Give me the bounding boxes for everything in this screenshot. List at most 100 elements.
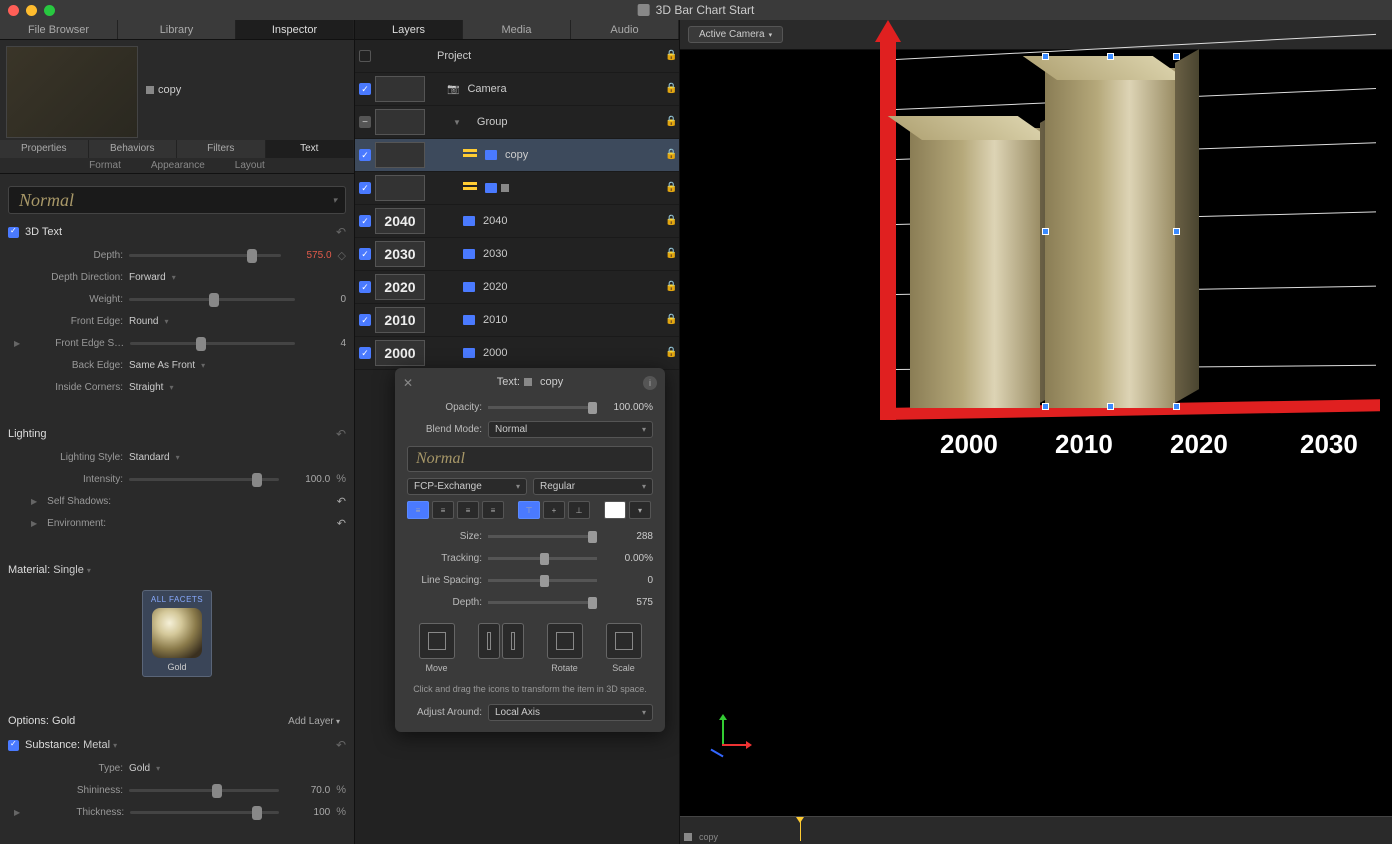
rotate-3d-button[interactable]	[547, 623, 583, 659]
shininess-value[interactable]: 70.0	[285, 785, 330, 796]
lock-icon[interactable]: 🔒	[665, 149, 675, 161]
align-right-button[interactable]: ≡	[457, 501, 479, 519]
weight-slider[interactable]	[129, 298, 295, 301]
tab-file-browser[interactable]: File Browser	[0, 20, 118, 39]
substance-enable-checkbox[interactable]	[8, 740, 19, 751]
layer-visibility-checkbox[interactable]	[359, 83, 371, 95]
layer-visibility-checkbox[interactable]	[359, 182, 371, 194]
layer-visibility-checkbox[interactable]	[359, 347, 371, 359]
thickness-slider[interactable]	[130, 811, 279, 814]
layer-row-2010[interactable]: 20102010🔒	[355, 304, 679, 337]
material-swatch-button[interactable]: ALL FACETS Gold	[142, 590, 212, 677]
chart-bar-2010[interactable]	[1045, 68, 1175, 408]
disclosure-icon[interactable]: ▶	[14, 808, 20, 817]
layer-row-2040[interactable]: 20402040🔒	[355, 205, 679, 238]
inside-corners-select[interactable]: Straight	[129, 382, 346, 393]
layer-row-2030[interactable]: 20302030🔒	[355, 238, 679, 271]
layer-row-Group[interactable]: ▼Group🔒	[355, 106, 679, 139]
hud-depth-slider[interactable]	[488, 601, 597, 604]
layer-visibility-checkbox[interactable]	[359, 215, 371, 227]
lock-icon[interactable]: 🔒	[665, 281, 675, 293]
subtab-layout[interactable]: Layout	[235, 158, 265, 173]
layer-visibility-checkbox[interactable]	[359, 149, 371, 161]
opacity-value[interactable]: 100.00%	[603, 402, 653, 413]
tab-text[interactable]: Text	[266, 140, 355, 158]
lock-icon[interactable]: 🔒	[665, 248, 675, 260]
tracking-value[interactable]: 0.00%	[603, 553, 653, 564]
move-x-button[interactable]	[478, 623, 500, 659]
info-icon[interactable]: i	[643, 376, 657, 390]
line-spacing-slider[interactable]	[488, 579, 597, 582]
tracking-slider[interactable]	[488, 557, 597, 560]
tab-media[interactable]: Media	[463, 20, 571, 39]
layer-visibility-checkbox[interactable]	[359, 281, 371, 293]
tab-layers[interactable]: Layers	[355, 20, 463, 39]
layer-row-2020[interactable]: 20202020🔒	[355, 271, 679, 304]
reset-icon[interactable]: ↶	[337, 517, 346, 530]
subtab-appearance[interactable]: Appearance	[151, 158, 205, 173]
tab-audio[interactable]: Audio	[571, 20, 679, 39]
self-shadows-checkbox[interactable]	[8, 496, 19, 507]
reset-icon[interactable]: ↶	[337, 495, 346, 508]
intensity-value[interactable]: 100.0	[285, 474, 330, 485]
font-style-select[interactable]: Regular	[533, 478, 653, 495]
close-icon[interactable]: ✕	[403, 376, 413, 390]
size-slider[interactable]	[488, 535, 597, 538]
tab-library[interactable]: Library	[118, 20, 236, 39]
layer-visibility-checkbox[interactable]	[359, 50, 371, 62]
adjust-around-select[interactable]: Local Axis	[488, 704, 653, 721]
disclosure-icon[interactable]: ▶	[31, 497, 37, 506]
minimize-window-icon[interactable]	[26, 5, 37, 16]
chart-bar-2000[interactable]	[910, 128, 1040, 408]
blend-mode-select[interactable]: Normal	[488, 421, 653, 438]
depth-value[interactable]: 575.0	[287, 250, 332, 261]
move-3d-button[interactable]	[419, 623, 455, 659]
reset-icon[interactable]: ↶	[336, 427, 346, 441]
lighting-style-select[interactable]: Standard	[129, 452, 346, 463]
tab-inspector[interactable]: Inspector	[236, 20, 354, 39]
layer-row-copy[interactable]: copy🔒	[355, 139, 679, 172]
front-edge-select[interactable]: Round	[129, 316, 346, 327]
depth-direction-select[interactable]: Forward	[129, 272, 346, 283]
align-justify-button[interactable]: ≡	[482, 501, 504, 519]
metal-type-select[interactable]: Gold	[129, 763, 346, 774]
hud-depth-value[interactable]: 575	[603, 597, 653, 608]
reset-icon[interactable]: ↶	[336, 225, 346, 239]
color-menu-button[interactable]: ▾	[629, 501, 651, 519]
layer-row-2000[interactable]: 20002000🔒	[355, 337, 679, 370]
layer-visibility-checkbox[interactable]	[359, 248, 371, 260]
lock-icon[interactable]: 🔒	[665, 314, 675, 326]
viewport-canvas[interactable]: 2000201020202030	[680, 50, 1392, 814]
layer-row-Project[interactable]: Project🔒	[355, 40, 679, 73]
lock-icon[interactable]: 🔒	[665, 182, 675, 194]
front-edge-size-value[interactable]: 4	[301, 338, 346, 349]
lock-icon[interactable]: 🔒	[665, 50, 675, 62]
hud-font-preview[interactable]: Normal	[407, 446, 653, 472]
layer-row-4[interactable]: 🔒	[355, 172, 679, 205]
playhead-icon[interactable]	[800, 819, 801, 841]
tab-filters[interactable]: Filters	[177, 140, 266, 158]
size-value[interactable]: 288	[603, 531, 653, 542]
lock-icon[interactable]: 🔒	[665, 116, 675, 128]
lock-icon[interactable]: 🔒	[665, 83, 675, 95]
depth-slider[interactable]	[129, 254, 281, 257]
active-camera-menu[interactable]: Active Camera	[688, 26, 783, 43]
lock-icon[interactable]: 🔒	[665, 215, 675, 227]
align-left-button[interactable]: ≡	[407, 501, 429, 519]
layer-visibility-checkbox[interactable]	[359, 116, 371, 128]
lock-icon[interactable]: 🔒	[665, 347, 675, 359]
zoom-window-icon[interactable]	[44, 5, 55, 16]
axes-gizmo-icon[interactable]	[700, 714, 750, 764]
line-spacing-value[interactable]: 0	[603, 575, 653, 586]
thickness-value[interactable]: 100	[285, 807, 330, 818]
valign-bottom-button[interactable]: ⊥	[568, 501, 590, 519]
text-color-swatch[interactable]	[604, 501, 626, 519]
scale-3d-button[interactable]	[606, 623, 642, 659]
add-layer-button[interactable]: Add Layer	[288, 716, 340, 727]
front-edge-size-slider[interactable]	[130, 342, 295, 345]
chevron-down-icon[interactable]: ▼	[453, 118, 461, 127]
layer-row-Camera[interactable]: Camera🔒	[355, 73, 679, 106]
valign-top-button[interactable]: ⊤	[518, 501, 540, 519]
valign-middle-button[interactable]: +	[543, 501, 565, 519]
layer-visibility-checkbox[interactable]	[359, 314, 371, 326]
